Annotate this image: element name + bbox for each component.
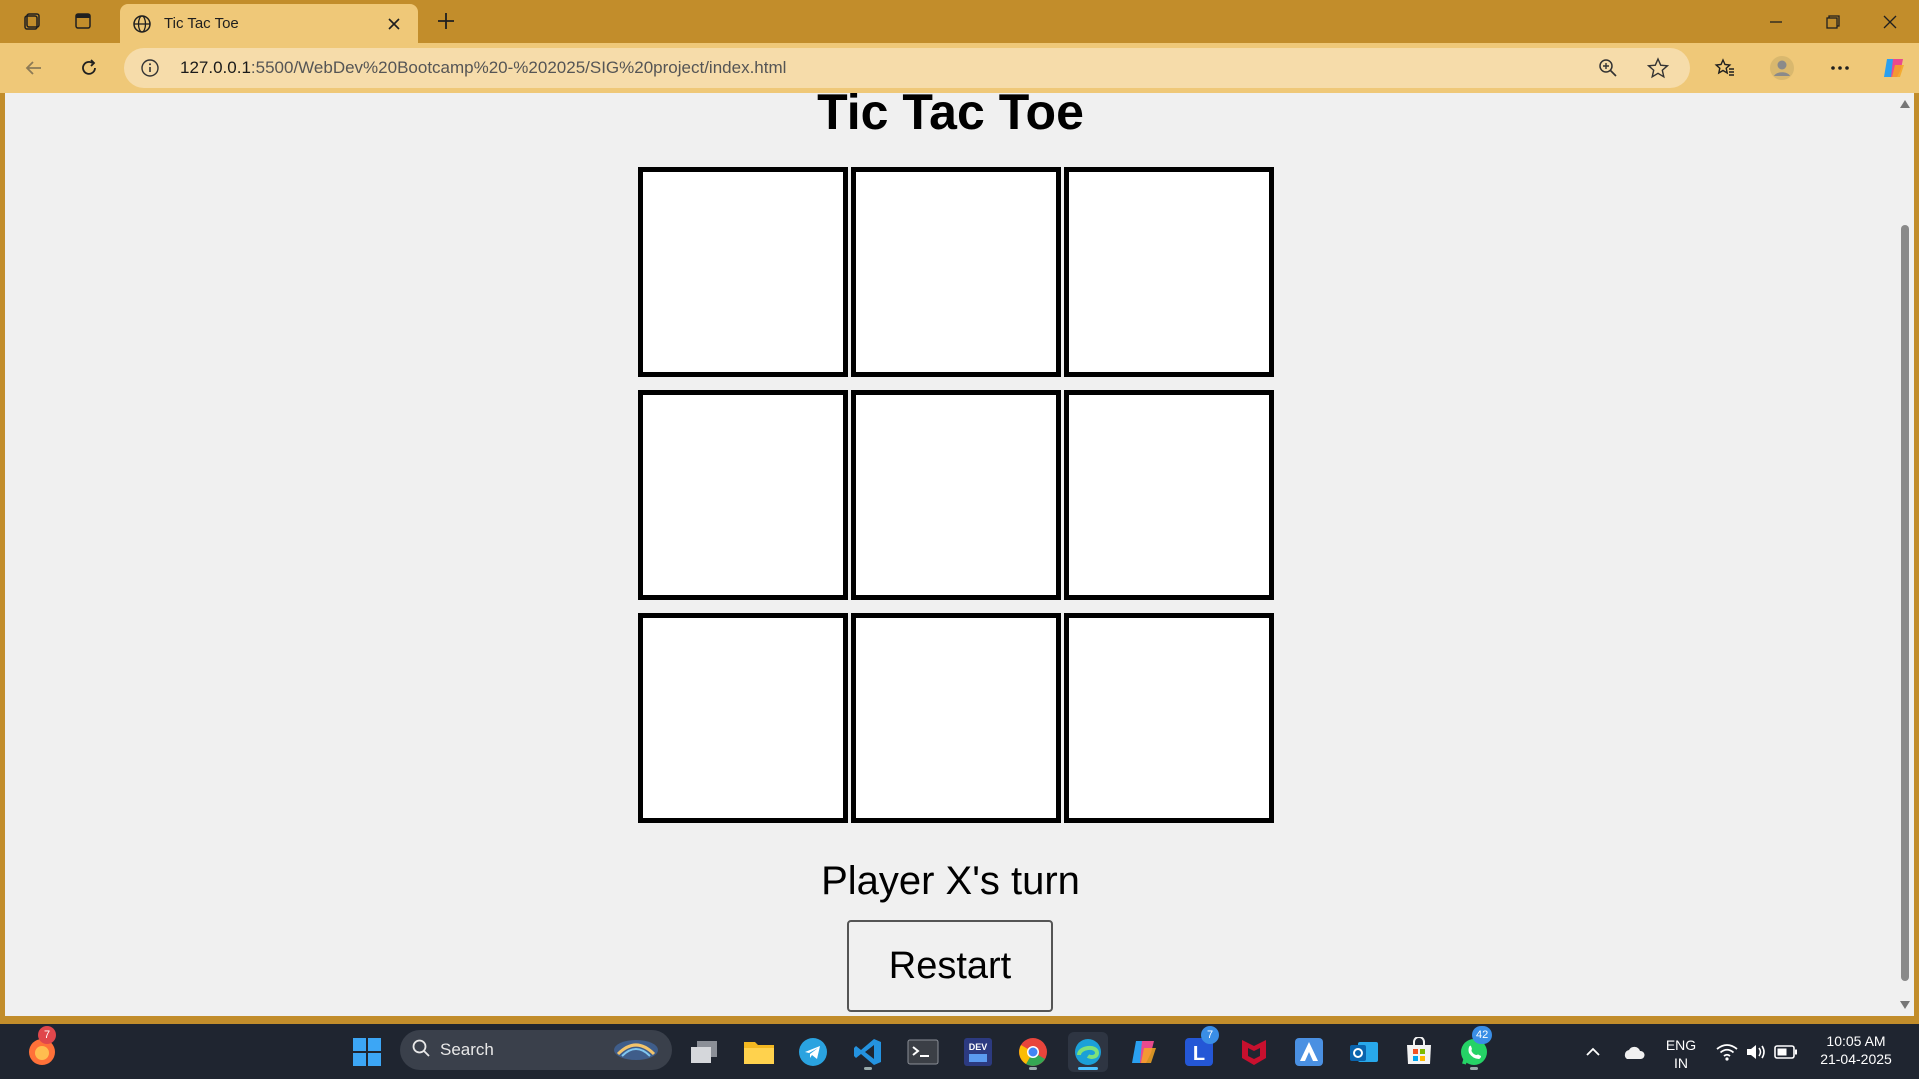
url-path: :5500/WebDev%20Bootcamp%20-%202025/SIG%2… — [250, 58, 787, 77]
chrome-running-indicator — [1029, 1067, 1037, 1070]
copilot-app-icon[interactable] — [1124, 1032, 1164, 1072]
restore-button[interactable] — [1805, 0, 1861, 43]
show-hidden-icons-chevron[interactable] — [1573, 1032, 1613, 1072]
scroll-up-icon[interactable] — [1899, 99, 1911, 109]
drawing-app-icon[interactable] — [1289, 1032, 1329, 1072]
mcafee-icon[interactable] — [1234, 1032, 1274, 1072]
board-cell-9[interactable] — [1064, 613, 1274, 823]
whatsapp-running-indicator — [1470, 1067, 1478, 1070]
l-app-badge: 7 — [1201, 1026, 1219, 1044]
search-icon — [412, 1039, 430, 1062]
board-cell-5[interactable] — [851, 390, 1061, 600]
back-button[interactable] — [16, 52, 52, 84]
turn-status: Player X's turn — [821, 859, 1080, 903]
taskbar-search[interactable]: Search — [400, 1030, 672, 1070]
restart-button[interactable]: Restart — [847, 920, 1053, 1012]
vscode-running-indicator — [864, 1067, 872, 1070]
minimize-button[interactable] — [1748, 0, 1804, 43]
outlook-icon[interactable] — [1344, 1032, 1384, 1072]
refresh-button[interactable] — [71, 52, 107, 84]
dev-home-icon[interactable]: DEV — [958, 1032, 998, 1072]
language-code: ENG — [1665, 1037, 1697, 1053]
url-host: 127.0.0.1 — [180, 58, 251, 77]
firefox-icon[interactable]: 7 — [22, 1026, 62, 1072]
globe-icon — [132, 13, 154, 35]
new-tab-button[interactable] — [428, 6, 464, 36]
board-cell-6[interactable] — [1064, 390, 1274, 600]
clock-date: 21-04-2025 — [1820, 1051, 1892, 1067]
page-scrollbar[interactable] — [1896, 93, 1914, 1016]
site-info-icon[interactable] — [140, 57, 162, 79]
board-cell-8[interactable] — [851, 613, 1061, 823]
microsoft-store-icon[interactable] — [1399, 1032, 1439, 1072]
clock-time: 10:05 AM — [1826, 1033, 1886, 1049]
tab-title: Tic Tac Toe — [164, 15, 239, 32]
url-text[interactable]: 127.0.0.1:5500/WebDev%20Bootcamp%20-%202… — [180, 58, 1574, 78]
telegram-icon[interactable] — [793, 1032, 833, 1072]
onedrive-cloud-icon[interactable] — [1613, 1032, 1653, 1072]
l-app-icon[interactable]: L 7 — [1179, 1026, 1219, 1072]
search-highlight-icon — [612, 1034, 660, 1067]
terminal-icon[interactable] — [903, 1032, 943, 1072]
firefox-badge: 7 — [38, 1026, 56, 1044]
language-region: IN — [1674, 1055, 1688, 1071]
edge-active-indicator — [1078, 1067, 1098, 1070]
board-cell-7[interactable] — [638, 613, 848, 823]
tab-actions-icon[interactable] — [64, 6, 102, 36]
board-cell-2[interactable] — [851, 167, 1061, 377]
favorites-icon[interactable] — [1707, 52, 1743, 84]
language-indicator[interactable]: ENG IN — [1660, 1036, 1702, 1072]
more-options-icon[interactable] — [1822, 52, 1858, 84]
svg-text:L: L — [1193, 1043, 1205, 1065]
taskbar: 7 Search DEV L 7 42 ENG IN 10:05 AM 21-0… — [0, 1024, 1919, 1079]
scroll-down-icon[interactable] — [1899, 1000, 1911, 1010]
file-explorer-icon[interactable] — [739, 1032, 779, 1072]
game-board — [638, 167, 1281, 823]
whatsapp-badge: 42 — [1472, 1026, 1493, 1044]
workspaces-icon[interactable] — [14, 6, 52, 36]
board-cell-1[interactable] — [638, 167, 848, 377]
profile-avatar[interactable] — [1764, 52, 1800, 84]
zoom-icon[interactable] — [1592, 52, 1624, 84]
browser-toolbar: 127.0.0.1:5500/WebDev%20Bootcamp%20-%202… — [0, 43, 1919, 93]
window-frame-bottom — [0, 1016, 1919, 1024]
page-viewport: Tic Tac Toe Player X's turn Restart — [5, 93, 1896, 1016]
scrollbar-thumb[interactable] — [1901, 225, 1909, 981]
window-frame-right — [1914, 93, 1919, 1016]
task-view-icon[interactable] — [684, 1032, 724, 1072]
close-window-button[interactable] — [1862, 0, 1918, 43]
title-bar: Tic Tac Toe — [0, 0, 1919, 43]
svg-text:DEV: DEV — [969, 1042, 988, 1052]
copilot-icon[interactable] — [1876, 52, 1912, 84]
page-title: Tic Tac Toe — [817, 93, 1084, 140]
clock[interactable]: 10:05 AM 21-04-2025 — [1806, 1032, 1906, 1068]
board-cell-3[interactable] — [1064, 167, 1274, 377]
chrome-icon[interactable] — [1013, 1032, 1053, 1072]
battery-icon[interactable] — [1766, 1032, 1806, 1072]
search-label: Search — [440, 1040, 494, 1059]
browser-tab[interactable]: Tic Tac Toe — [120, 4, 418, 43]
address-bar[interactable]: 127.0.0.1:5500/WebDev%20Bootcamp%20-%202… — [124, 48, 1690, 88]
board-cell-4[interactable] — [638, 390, 848, 600]
whatsapp-icon[interactable]: 42 — [1454, 1026, 1494, 1072]
close-tab-icon[interactable] — [382, 12, 406, 36]
vscode-icon[interactable] — [848, 1032, 888, 1072]
favorite-star-icon[interactable] — [1642, 52, 1674, 84]
edge-icon[interactable] — [1068, 1032, 1108, 1072]
start-button[interactable] — [347, 1032, 387, 1072]
